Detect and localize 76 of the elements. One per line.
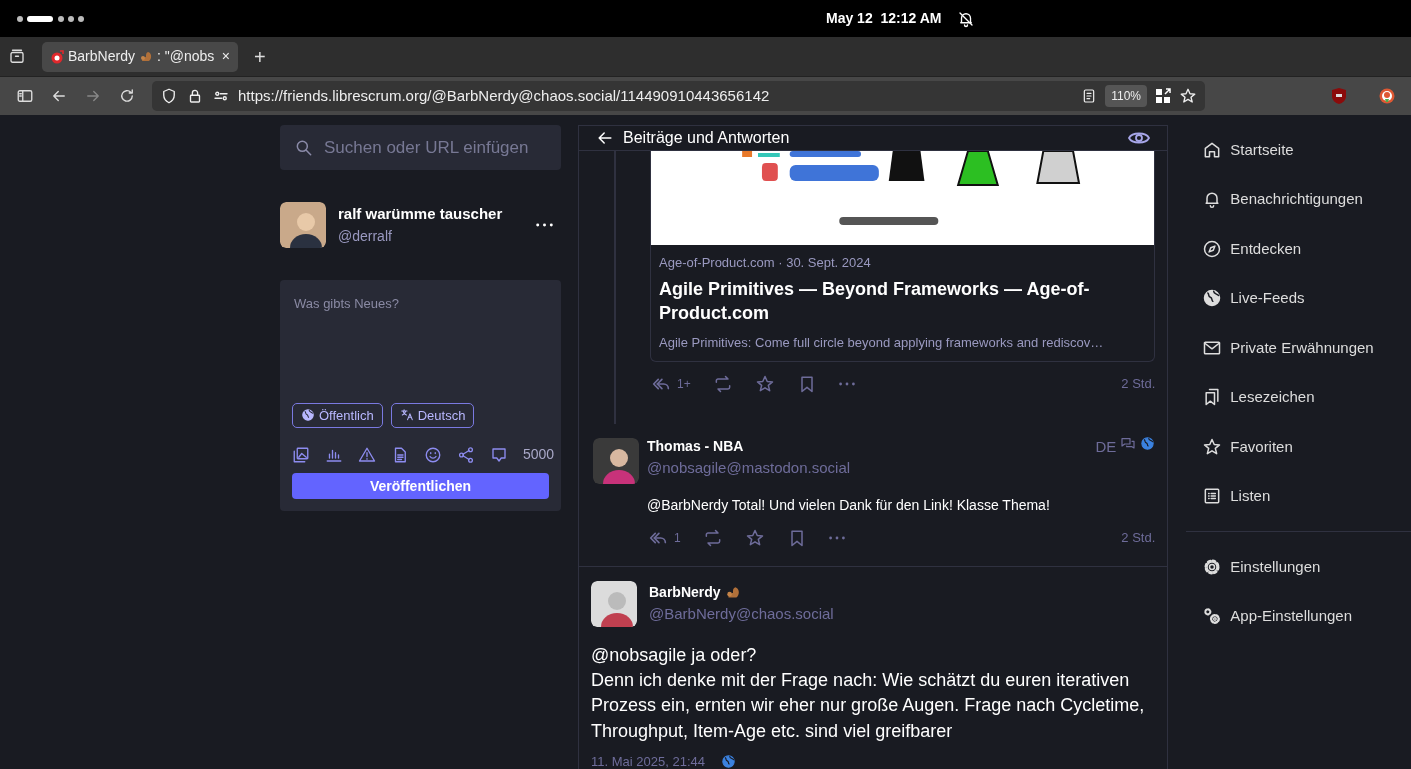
share-icon[interactable] (457, 445, 475, 464)
squirrel-icon (724, 584, 741, 601)
compass-icon (1202, 238, 1223, 259)
language-button[interactable]: Deutsch (390, 402, 475, 428)
reply-button[interactable]: 1+ (650, 372, 691, 395)
translate-icon (399, 408, 414, 423)
more-icon[interactable] (536, 223, 553, 227)
favicon-icon (50, 49, 64, 64)
url-text: https://friends.librescrum.org/@BarbNerdy@chaos.social/114490910443656142 (238, 85, 770, 106)
post-time: 2 Std. (1121, 529, 1156, 548)
search-field[interactable]: Suchen oder URL einfügen (280, 125, 561, 170)
column-title: Beiträge und Antworten (623, 128, 790, 148)
search-input[interactable]: Suchen oder URL einfügen (322, 133, 547, 162)
reload-icon[interactable] (118, 87, 136, 105)
nav-link[interactable]: Live-Feeds (1186, 273, 1411, 323)
nav-link[interactable]: Lesezeichen (1186, 372, 1411, 422)
avatar (593, 437, 639, 484)
link-preview-card[interactable]: Age-of-Product.com · 30. Sept. 2024 Agile Primitives — Beyond Frameworks — Age-of-Product.com Agile Primitives: Come full circle beyond applying frameworks and rediscov… (650, 151, 1156, 362)
shield-icon (160, 87, 178, 105)
link-title: Agile Primitives — Beyond Frameworks — Age-of-Product.com (659, 277, 1091, 325)
tab-list-icon[interactable] (8, 47, 26, 66)
language-code: DE (1095, 436, 1117, 457)
squirrel-icon (138, 49, 153, 64)
compose-field[interactable]: Was gibts Neues? (292, 292, 549, 392)
post-text: @BarbNerdy Total! Und vielen Dank für den Link! Klasse Thema! (647, 496, 1051, 516)
globe-icon (1140, 435, 1156, 451)
avatar (591, 581, 637, 628)
link-description: Agile Primitives: Come full circle beyond applying frameworks and rediscov… (659, 334, 1105, 353)
more-button[interactable] (828, 536, 845, 541)
sidebar-icon[interactable] (16, 87, 34, 105)
more-icon (838, 381, 855, 386)
more-button[interactable] (838, 381, 855, 386)
publish-button[interactable]: Veröffentlichen (292, 473, 549, 499)
bookmark-star-icon[interactable] (1179, 87, 1197, 105)
globe-icon (301, 408, 315, 423)
nav-link[interactable]: Startseite (1186, 125, 1411, 175)
nav-link[interactable]: Benachrichtigungen (1186, 174, 1411, 224)
new-tab-button[interactable]: + (254, 41, 266, 72)
globe-icon (1202, 288, 1223, 309)
account-handle: @derralf (338, 226, 393, 246)
visibility-button[interactable]: Öffentlich (292, 402, 383, 428)
duck-extension-icon[interactable] (1379, 88, 1395, 104)
link-source: Age-of-Product.com · 30. Sept. 2024 (659, 254, 872, 272)
compose-box[interactable]: Was gibts Neues? Öffentlich Deutsch 5000 Veröffentlichen (280, 280, 561, 511)
close-tab-button[interactable]: × (221, 46, 230, 67)
author-handle[interactable]: @nobsagile@mastodon.social (647, 456, 851, 480)
author-handle[interactable]: @BarbNerdy@chaos.social (649, 603, 834, 626)
nav-link[interactable]: Entdecken (1186, 224, 1411, 274)
post-date[interactable]: 11. Mai 2025, 21:44 (591, 751, 705, 769)
account-name: ralf warümme tauscher (338, 204, 503, 225)
media-icon[interactable] (292, 445, 310, 464)
shield-extension-icon[interactable] (1331, 87, 1347, 105)
character-counter: 5000 (523, 445, 555, 464)
nav-link[interactable]: App-Einstellungen (1186, 591, 1411, 641)
nav-link[interactable]: Einstellungen (1186, 542, 1411, 592)
post-text: @nobsagile ja oder? Denn ich denke mit der Frage nach: Wie schätzt du euren iterativen Prozess ein, ernten wir eher nur große Augen. Frage nach Cycletime, Throughput, Item-Age etc. sind viel greifbarer (591, 644, 1146, 743)
browser-tab[interactable]: BarbNerdy : "@nobs × (42, 41, 238, 72)
favourite-button[interactable] (754, 373, 775, 394)
nav-link[interactable]: Favoriten (1186, 422, 1411, 472)
quote-icon[interactable] (490, 445, 508, 464)
zoom-level-button[interactable]: 110% (1105, 85, 1147, 107)
clock-date[interactable]: May 12 12:12 AM (826, 8, 942, 29)
nav-link[interactable]: Private Erwähnungen (1186, 323, 1411, 373)
address-bar[interactable]: https://friends.librescrum.org/@BarbNerdy@chaos.social/114490910443656142 110% (152, 81, 1205, 111)
star-icon (1202, 436, 1223, 457)
avatar (280, 202, 326, 248)
author-name[interactable]: BarbNerdy (649, 582, 721, 604)
post-time: 2 Std. (1121, 374, 1156, 393)
gears-icon (1202, 606, 1223, 627)
star-icon (754, 373, 775, 394)
extensions-icon[interactable] (1155, 88, 1171, 104)
nav-link[interactable]: Listen (1186, 471, 1411, 521)
emoji-icon[interactable] (424, 445, 442, 464)
author-name[interactable]: Thomas - NBA (647, 435, 851, 457)
warning-icon[interactable] (358, 445, 376, 464)
more-icon (828, 536, 845, 541)
